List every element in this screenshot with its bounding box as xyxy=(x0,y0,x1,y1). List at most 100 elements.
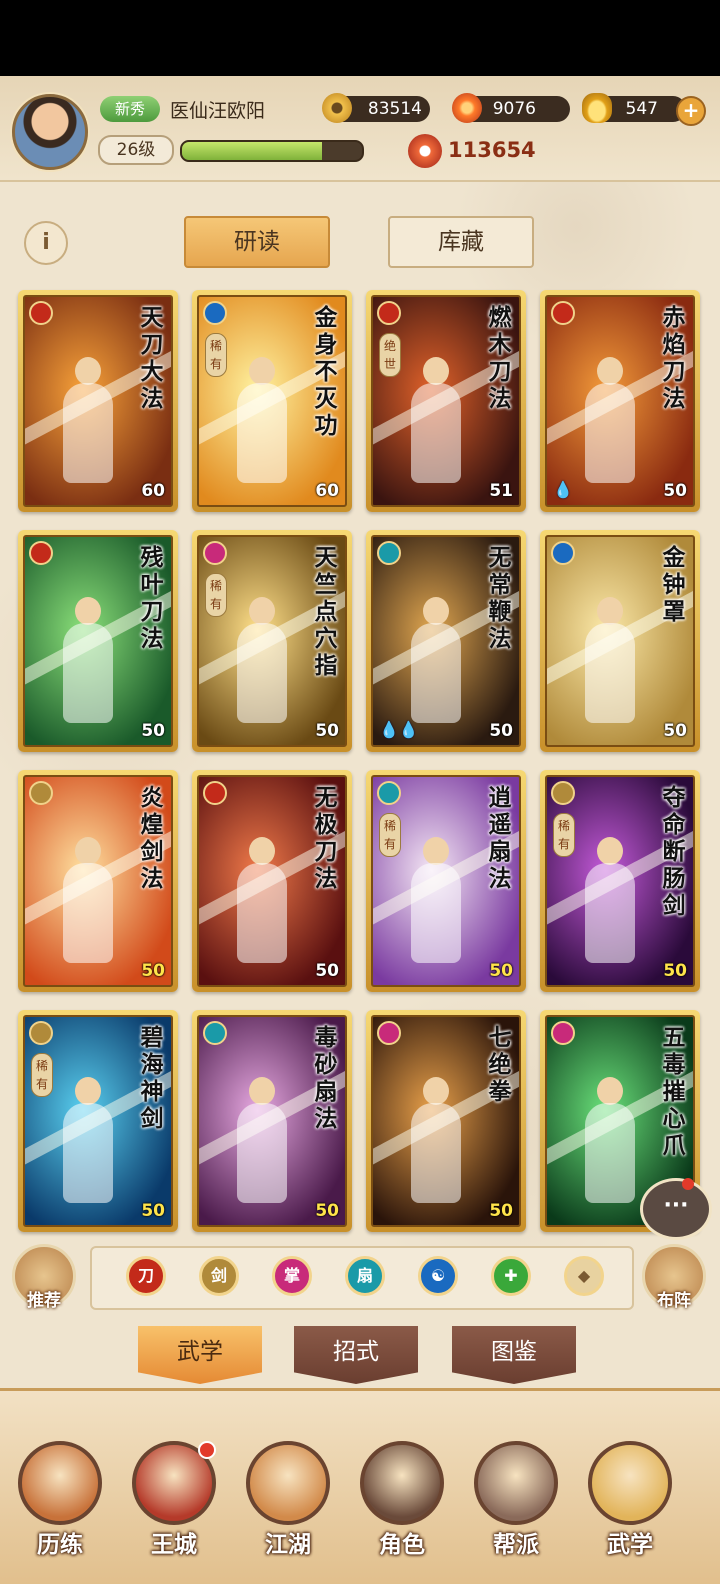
card-art: 绝世 燃木刀法 51 xyxy=(371,295,521,507)
card-art: 炎煌剑法 50 xyxy=(23,775,173,987)
tab-martial-arts[interactable]: 武学 xyxy=(138,1326,262,1384)
palm-filter-icon[interactable]: 掌 xyxy=(272,1256,312,1296)
skill-level: 60 xyxy=(315,481,339,501)
skill-card[interactable]: 毒砂扇法 50 xyxy=(192,1010,352,1232)
flame-icon xyxy=(452,93,482,123)
recommend-button[interactable]: 推荐 xyxy=(12,1244,76,1311)
coin-icon xyxy=(322,93,352,123)
figure-head xyxy=(75,597,101,625)
figure-head xyxy=(249,1077,275,1105)
tab-codex[interactable]: 图鉴 xyxy=(452,1326,576,1384)
figure-body xyxy=(237,1103,287,1203)
skill-name: 燃木刀法 xyxy=(488,305,512,412)
figure-body xyxy=(585,863,635,963)
skill-name: 无常鞭法 xyxy=(488,545,512,652)
skill-level: 50 xyxy=(141,721,165,741)
figure-body xyxy=(237,623,287,723)
tab-collection[interactable]: 库藏 xyxy=(388,216,534,268)
tab-study[interactable]: 研读 xyxy=(184,216,330,268)
figure-head xyxy=(75,1077,101,1105)
skill-level: 50 xyxy=(315,961,339,981)
skill-type-filter-bar: 刀剑掌扇 ☯ ✚ ◆ xyxy=(90,1246,634,1310)
info-button[interactable]: i xyxy=(24,221,68,265)
skill-card[interactable]: 稀有 逍遥扇法 50 xyxy=(366,770,526,992)
character-figure xyxy=(231,1077,293,1207)
skill-level: 50 xyxy=(663,481,687,501)
figure-body xyxy=(63,623,113,723)
rarity-tag: 稀有 xyxy=(379,813,401,857)
ingot-counter: 547 xyxy=(582,93,686,123)
skill-card[interactable]: 金钟罩 50 xyxy=(540,530,700,752)
card-art: 稀有 碧海神剑 50 xyxy=(23,1015,173,1227)
fan-type-icon xyxy=(377,541,401,565)
nav-label: 历练 xyxy=(37,1532,83,1558)
tab-moves[interactable]: 招式 xyxy=(294,1326,418,1384)
figure-body xyxy=(411,863,461,963)
nav-item[interactable]: 角色 xyxy=(354,1421,450,1571)
card-art: 稀有 金身不灭功 60 xyxy=(197,295,347,507)
skill-card[interactable]: 稀有 碧海神剑 50 xyxy=(18,1010,178,1232)
notification-dot xyxy=(198,1441,216,1459)
add-ingot-button[interactable]: + xyxy=(676,96,706,126)
nav-item[interactable]: 王城 xyxy=(126,1421,222,1571)
other-filter-icon[interactable]: ◆ xyxy=(564,1256,604,1296)
sword-type-icon xyxy=(29,781,53,805)
fan-filter-icon[interactable]: 扇 xyxy=(345,1256,385,1296)
character-figure xyxy=(231,837,293,967)
player-avatar[interactable] xyxy=(12,94,88,170)
skill-card[interactable]: 天刀大法 60 xyxy=(18,290,178,512)
heal-filter-icon[interactable]: ✚ xyxy=(491,1256,531,1296)
figure-body xyxy=(63,1103,113,1203)
rarity-tag: 稀有 xyxy=(553,813,575,857)
nav-label: 帮派 xyxy=(493,1532,539,1558)
character-figure xyxy=(57,597,119,727)
card-art: 稀有 天竺点穴指 50 xyxy=(197,535,347,747)
skill-name: 五毒摧心爪 xyxy=(662,1025,686,1159)
formation-button[interactable]: 布阵 xyxy=(642,1244,706,1311)
sword-filter-icon[interactable]: 剑 xyxy=(199,1256,239,1296)
nav-label: 王城 xyxy=(151,1532,197,1558)
taiji-filter-icon[interactable]: ☯ xyxy=(418,1256,458,1296)
skill-level: 50 xyxy=(141,1201,165,1221)
card-art: 毒砂扇法 50 xyxy=(197,1015,347,1227)
rarity-tag: 绝世 xyxy=(379,333,401,377)
blade-type-icon xyxy=(29,541,53,565)
skill-card[interactable]: 七绝拳 50 xyxy=(366,1010,526,1232)
skill-name: 碧海神剑 xyxy=(140,1025,164,1132)
rank-badge: 新秀 xyxy=(100,96,160,122)
skill-name: 金钟罩 xyxy=(662,545,686,625)
blade-type-icon xyxy=(29,301,53,325)
figure-body xyxy=(411,1103,461,1203)
skill-card[interactable]: 稀有 夺命断肠剑 50 xyxy=(540,770,700,992)
skill-name: 赤焰刀法 xyxy=(662,305,686,412)
skill-card[interactable]: 炎煌剑法 50 xyxy=(18,770,178,992)
card-art: 七绝拳 50 xyxy=(371,1015,521,1227)
nav-item[interactable]: 帮派 xyxy=(468,1421,564,1571)
coin-counter: 83514 xyxy=(322,93,430,123)
rarity-tag: 稀有 xyxy=(205,333,227,377)
chat-button[interactable]: ··· xyxy=(640,1178,712,1240)
blade-filter-icon[interactable]: 刀 xyxy=(126,1256,166,1296)
skill-card[interactable]: 无常鞭法 50 💧💧 xyxy=(366,530,526,752)
skill-card[interactable]: 稀有 金身不灭功 60 xyxy=(192,290,352,512)
figure-head xyxy=(249,597,275,625)
character-figure xyxy=(579,1077,641,1207)
skill-card[interactable]: 绝世 燃木刀法 51 xyxy=(366,290,526,512)
skill-card[interactable]: 稀有 天竺点穴指 50 xyxy=(192,530,352,752)
bottom-navigation: 历练 王城 江湖 角色 帮派 武学 xyxy=(0,1388,720,1584)
skill-level: 50 xyxy=(315,721,339,741)
skill-level: 50 xyxy=(489,1201,513,1221)
nav-icon xyxy=(246,1441,330,1525)
water-drop-icon: 💧💧 xyxy=(379,720,419,739)
nav-item[interactable]: 武学 xyxy=(582,1421,678,1571)
character-figure xyxy=(231,597,293,727)
character-figure xyxy=(405,837,467,967)
sword-type-icon xyxy=(551,781,575,805)
nav-item[interactable]: 历练 xyxy=(12,1421,108,1571)
nav-item[interactable]: 江湖 xyxy=(240,1421,336,1571)
skill-card[interactable]: 残叶刀法 50 xyxy=(18,530,178,752)
card-art: 无极刀法 50 xyxy=(197,775,347,987)
skill-card[interactable]: 无极刀法 50 xyxy=(192,770,352,992)
card-art: 天刀大法 60 xyxy=(23,295,173,507)
skill-card[interactable]: 赤焰刀法 50 💧 xyxy=(540,290,700,512)
